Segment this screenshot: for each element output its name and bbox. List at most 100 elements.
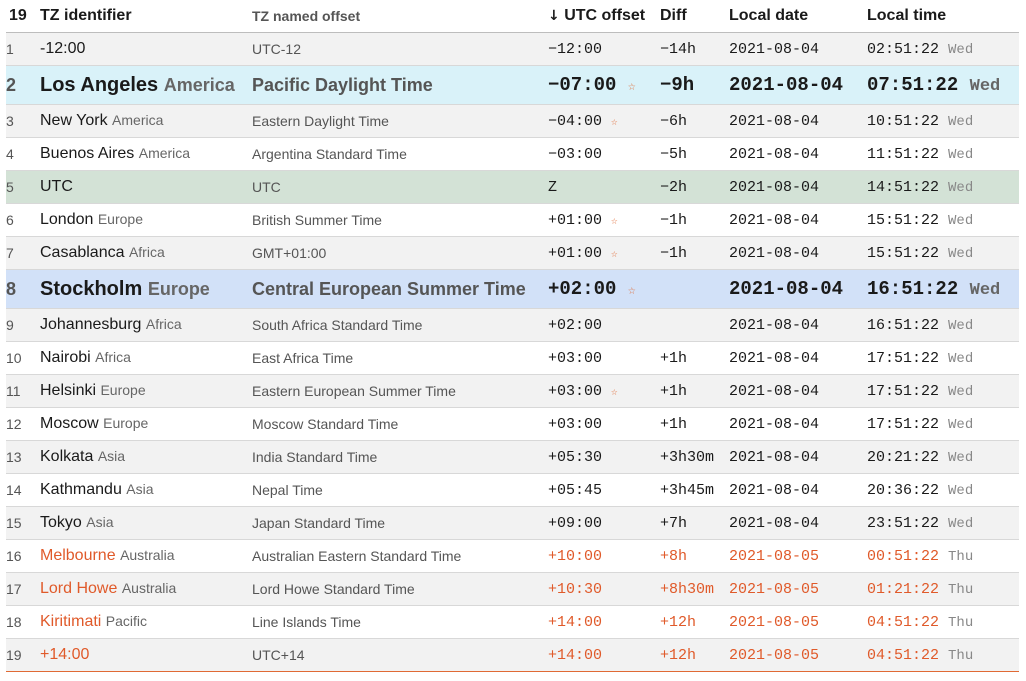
timezone-row[interactable]: 15 Tokyo Asia Japan Standard Time +09:00…	[6, 506, 1019, 540]
tz-identifier-cell: Tokyo Asia	[40, 506, 252, 540]
timezone-row[interactable]: 9 Johannesburg Africa South Africa Stand…	[6, 308, 1019, 342]
utc-offset-cell: −03:00	[548, 137, 660, 171]
diff-cell: +1h	[660, 341, 729, 375]
utc-offset-cell: −12:00	[548, 32, 660, 66]
row-index: 17	[6, 572, 40, 606]
local-date-header[interactable]: Local date	[729, 0, 867, 33]
utc-offset-cell: +03:00 ☆	[548, 374, 660, 408]
timezone-row[interactable]: 4 Buenos Aires America Argentina Standar…	[6, 137, 1019, 171]
tz-identifier-cell: Stockholm Europe	[40, 269, 252, 309]
local-time-value: 02:51:22	[867, 40, 940, 58]
tz-identifier-cell: Kiritimati Pacific	[40, 605, 252, 639]
timezone-row[interactable]: 19 +14:00 UTC+14 +14:00 +12h 2021-08-05 …	[6, 638, 1019, 672]
local-date-cell: 2021-08-04	[729, 104, 867, 138]
tz-identifier-cell: Los Angeles America	[40, 65, 252, 105]
timezone-row[interactable]: 1 -12:00 UTC-12 −12:00 −14h 2021-08-04 0…	[6, 32, 1019, 66]
timezone-row[interactable]: 17 Lord Howe Australia Lord Howe Standar…	[6, 572, 1019, 606]
region-name: Asia	[126, 481, 154, 497]
timezone-row[interactable]: 16 Melbourne Australia Australian Easter…	[6, 539, 1019, 573]
local-time-cell: 15:51:22 Wed	[867, 203, 1019, 237]
row-index: 7	[6, 236, 40, 270]
local-time-cell: 14:51:22 Wed	[867, 170, 1019, 204]
local-time-cell: 02:51:22 Wed	[867, 32, 1019, 66]
timezone-row[interactable]: 10 Nairobi Africa East Africa Time +03:0…	[6, 341, 1019, 375]
city-name: Kiritimati	[40, 613, 102, 630]
local-date-cell: 2021-08-05	[729, 605, 867, 639]
utc-offset-value: +14:00	[548, 646, 603, 664]
timezone-row[interactable]: 6 London Europe British Summer Time +01:…	[6, 203, 1019, 237]
region-name: America	[112, 112, 164, 128]
weekday-label: Thu	[948, 548, 974, 565]
row-index: 3	[6, 104, 40, 138]
tz-identifier-cell: -12:00	[40, 32, 252, 66]
weekday-label: Wed	[948, 383, 974, 400]
utc-offset-value: −07:00	[548, 74, 617, 96]
region-name: Europe	[100, 382, 146, 398]
tz-named-offset-cell: UTC-12	[252, 32, 548, 66]
weekday-label: Wed	[948, 449, 974, 466]
timezone-row[interactable]: 18 Kiritimati Pacific Line Islands Time …	[6, 605, 1019, 639]
timezone-row[interactable]: 14 Kathmandu Asia Nepal Time +05:45 +3h4…	[6, 473, 1019, 507]
local-time-cell: 16:51:22 Wed	[867, 269, 1019, 309]
tz-identifier-cell: Melbourne Australia	[40, 539, 252, 573]
utc-offset-cell: +14:00	[548, 638, 660, 672]
timezone-row[interactable]: 2 Los Angeles America Pacific Daylight T…	[6, 65, 1019, 105]
diff-cell: −14h	[660, 32, 729, 66]
weekday-label: Thu	[948, 614, 974, 631]
weekday-label: Wed	[948, 416, 974, 433]
region-name: Europe	[103, 415, 149, 431]
city-name: Nairobi	[40, 349, 91, 366]
row-index: 12	[6, 407, 40, 441]
local-time-cell: 01:21:22 Thu	[867, 572, 1019, 606]
utc-offset-cell: +01:00 ☆	[548, 236, 660, 270]
utc-offset-value: −04:00	[548, 112, 603, 130]
city-name: Tokyo	[40, 514, 82, 531]
region-name: Australia	[120, 547, 175, 563]
row-index: 14	[6, 473, 40, 507]
timezone-row[interactable]: 5 UTC UTC Z −2h 2021-08-04 14:51:22 Wed	[6, 170, 1019, 204]
city-name: Stockholm	[40, 277, 143, 300]
utc-offset-value: −12:00	[548, 40, 603, 58]
tz-identifier-header[interactable]: TZ identifier	[40, 0, 252, 33]
tz-identifier-cell: Kathmandu Asia	[40, 473, 252, 507]
utc-offset-cell: +03:00	[548, 407, 660, 441]
city-name: -12:00	[40, 40, 86, 57]
diff-header[interactable]: Diff	[660, 0, 729, 33]
local-time-value: 14:51:22	[867, 178, 940, 196]
tz-identifier-cell: Casablanca Africa	[40, 236, 252, 270]
utc-offset-header[interactable]: ↓ UTC offset	[548, 0, 660, 33]
local-time-value: 20:21:22	[867, 448, 940, 466]
weekday-label: Wed	[948, 113, 974, 130]
weekday-label: Wed	[948, 317, 974, 334]
local-date-cell: 2021-08-04	[729, 341, 867, 375]
timezone-row[interactable]: 11 Helsinki Europe Eastern European Summ…	[6, 374, 1019, 408]
region-name: Africa	[145, 316, 182, 332]
timezone-row[interactable]: 12 Moscow Europe Moscow Standard Time +0…	[6, 407, 1019, 441]
utc-offset-value: +01:00	[548, 211, 603, 229]
tz-identifier-cell: Helsinki Europe	[40, 374, 252, 408]
tz-named-offset-header[interactable]: TZ named offset	[252, 0, 548, 33]
local-time-cell: 04:51:22 Thu	[867, 605, 1019, 639]
row-index: 18	[6, 605, 40, 639]
utc-offset-cell: +09:00	[548, 506, 660, 540]
timezone-row[interactable]: 13 Kolkata Asia India Standard Time +05:…	[6, 440, 1019, 474]
utc-offset-value: +02:00	[548, 316, 603, 334]
city-name: Kolkata	[40, 448, 94, 465]
tz-identifier-cell: Moscow Europe	[40, 407, 252, 441]
timezone-row[interactable]: 8 Stockholm Europe Central European Summ…	[6, 269, 1019, 309]
timezone-row[interactable]: 3 New York America Eastern Daylight Time…	[6, 104, 1019, 138]
timezone-row[interactable]: 7 Casablanca Africa GMT+01:00 +01:00 ☆ −…	[6, 236, 1019, 270]
diff-cell: −2h	[660, 170, 729, 204]
local-date-cell: 2021-08-05	[729, 539, 867, 573]
city-name: Buenos Aires	[40, 145, 135, 162]
local-time-header[interactable]: Local time	[867, 0, 1019, 33]
local-time-value: 17:51:22	[867, 382, 940, 400]
tz-identifier-cell: Lord Howe Australia	[40, 572, 252, 606]
utc-offset-value: +09:00	[548, 514, 603, 532]
dst-star-icon: ☆	[627, 79, 636, 94]
utc-offset-cell: +05:30	[548, 440, 660, 474]
local-time-cell: 15:51:22 Wed	[867, 236, 1019, 270]
tz-named-offset-cell: British Summer Time	[252, 203, 548, 237]
tz-named-offset-cell: Lord Howe Standard Time	[252, 572, 548, 606]
tz-identifier-cell: +14:00	[40, 638, 252, 672]
